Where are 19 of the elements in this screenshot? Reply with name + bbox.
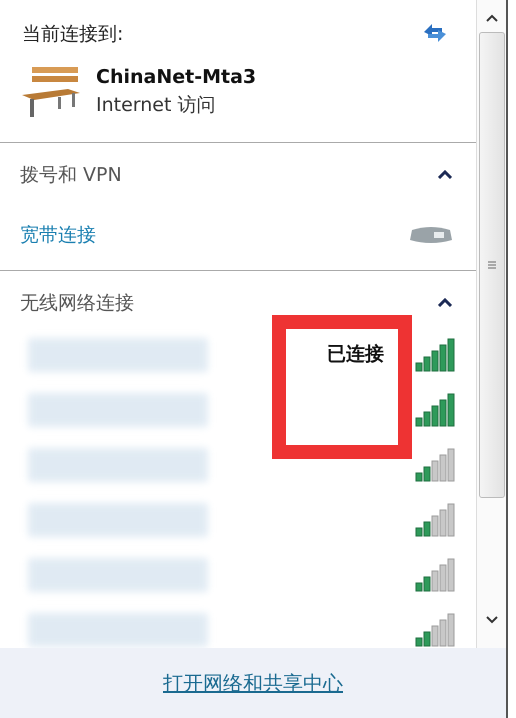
connection-status: 已连接	[327, 342, 384, 368]
collapse-caret-icon[interactable]	[438, 170, 452, 180]
scroll-down-icon[interactable]	[486, 616, 498, 624]
section-heading: 当前连接到:	[22, 22, 124, 47]
signal-bars-icon	[414, 556, 456, 592]
signal-bars-icon	[414, 502, 456, 538]
section-heading: 拨号和 VPN	[20, 162, 122, 188]
section-heading: 无线网络连接	[20, 290, 134, 316]
connection-link[interactable]: 宽带连接	[20, 221, 96, 250]
network-center-link[interactable]: 打开网络和共享中心	[163, 668, 343, 698]
access-status: Internet 访问	[96, 93, 216, 118]
collapse-caret-icon[interactable]	[438, 298, 452, 308]
scrollbar-thumb[interactable]	[478, 32, 504, 498]
signal-bars-icon	[414, 336, 456, 372]
network-name: ChinaNet-Mta3	[96, 64, 256, 90]
signal-bars-icon	[414, 392, 456, 428]
signal-bars-icon	[414, 612, 456, 648]
signal-bars-icon	[414, 446, 456, 482]
scroll-up-icon[interactable]	[486, 14, 498, 22]
